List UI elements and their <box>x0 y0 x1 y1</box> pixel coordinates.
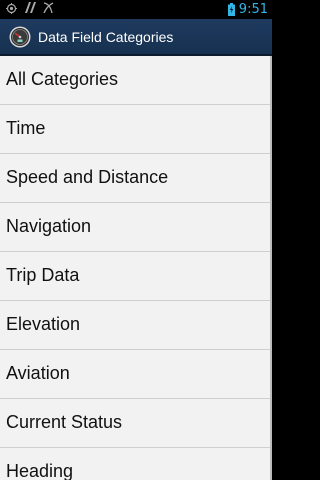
screen-title: Data Field Categories <box>38 29 174 45</box>
battery-icon <box>227 3 235 16</box>
list-item-label: Trip Data <box>6 265 80 285</box>
category-list[interactable]: All Categories Time Speed and Distance N… <box>0 56 272 480</box>
list-item-elevation[interactable]: Elevation <box>0 301 272 350</box>
list-item-heading[interactable]: Heading <box>0 448 272 480</box>
status-time: 9:51 <box>238 2 268 17</box>
list-item-label: Current Status <box>6 412 123 432</box>
system-icons: 9:51 <box>227 1 268 18</box>
screen: 9:51 Data Field Categories All Categorie… <box>0 0 272 480</box>
notification-icons <box>6 1 55 19</box>
list-item-aviation[interactable]: Aviation <box>0 350 272 399</box>
status-bar: 9:51 <box>0 0 272 19</box>
speedometer-app-icon[interactable] <box>9 26 31 48</box>
list-item-label: Aviation <box>6 363 70 383</box>
list-item-speed-and-distance[interactable]: Speed and Distance <box>0 154 272 203</box>
signal-icon <box>23 1 36 19</box>
action-bar: Data Field Categories <box>0 19 272 56</box>
list-item-label: Speed and Distance <box>6 167 169 187</box>
list-item-label: Elevation <box>6 314 81 334</box>
list-item-current-status[interactable]: Current Status <box>0 399 272 448</box>
list-item-label: Navigation <box>6 216 92 236</box>
list-item-navigation[interactable]: Navigation <box>0 203 272 252</box>
list-item-time[interactable]: Time <box>0 105 272 154</box>
list-item-all-categories[interactable]: All Categories <box>0 56 272 105</box>
missed-call-icon <box>42 1 55 19</box>
list-item-label: All Categories <box>6 69 119 89</box>
list-item-trip-data[interactable]: Trip Data <box>0 252 272 301</box>
list-item-label: Heading <box>6 461 74 480</box>
location-icon <box>6 1 17 19</box>
list-item-label: Time <box>6 118 46 138</box>
scrollbar[interactable] <box>270 56 272 480</box>
